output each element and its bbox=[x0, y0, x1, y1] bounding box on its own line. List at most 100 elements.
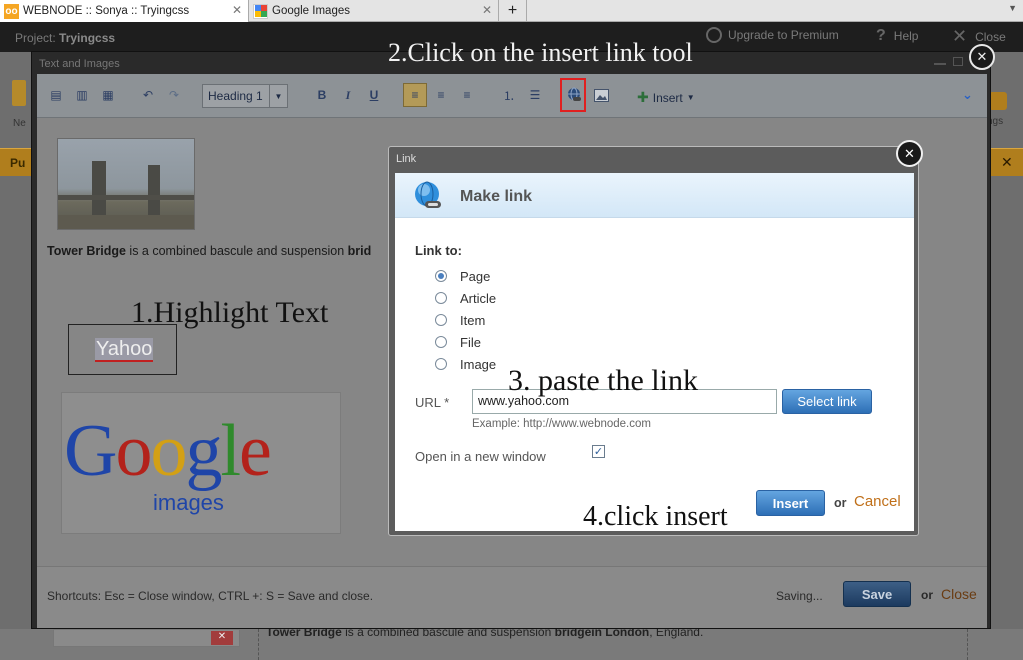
pencil-icon bbox=[12, 80, 26, 106]
radio-image[interactable]: Image bbox=[435, 354, 496, 374]
saving-status: Saving... bbox=[776, 589, 823, 603]
radio-button[interactable] bbox=[435, 270, 447, 282]
bg-text-block: Tower Bridge is a combined bascule and s… bbox=[258, 625, 968, 660]
new-window-checkbox[interactable]: ✓ bbox=[592, 445, 605, 458]
heading-select-value: Heading 1 bbox=[208, 89, 263, 103]
shortcuts-text: Shortcuts: Esc = Close window, CTRL +: S… bbox=[47, 589, 374, 603]
heading-select[interactable]: Heading 1 ▼ bbox=[202, 84, 288, 108]
help-icon: ? bbox=[876, 27, 886, 44]
radio-button[interactable] bbox=[435, 358, 447, 370]
radio-file[interactable]: File bbox=[435, 332, 481, 352]
editor-footer: Shortcuts: Esc = Close window, CTRL +: S… bbox=[37, 566, 987, 628]
save-button[interactable]: Save bbox=[843, 581, 911, 607]
annotation-step4: 4.click insert bbox=[583, 501, 728, 532]
globe-link-icon bbox=[413, 181, 443, 214]
page-right-bg: ngs ✕ bbox=[987, 52, 1023, 660]
radio-label: Article bbox=[460, 290, 497, 306]
dialog-header: Make link bbox=[395, 173, 914, 218]
bg-input: ✕ bbox=[53, 629, 240, 647]
radio-button[interactable] bbox=[435, 314, 447, 326]
chevron-down-icon: ▼ bbox=[686, 93, 695, 102]
radio-item[interactable]: Item bbox=[435, 310, 485, 330]
align-center-icon[interactable]: ≡ bbox=[432, 86, 450, 104]
browser-tab-bar: oo WEBNODE :: Sonya :: Tryingcss ✕ Googl… bbox=[0, 0, 1023, 22]
insert-link-icon[interactable] bbox=[565, 86, 583, 104]
dialog-heading: Make link bbox=[460, 188, 533, 205]
maximize-icon[interactable] bbox=[953, 57, 963, 66]
caption-bold: Tower Bridge bbox=[47, 244, 126, 258]
paste-icon[interactable]: ▥ bbox=[73, 86, 91, 104]
publish-strip[interactable]: Pu bbox=[0, 148, 31, 176]
radio-label: Item bbox=[460, 312, 486, 328]
url-example: Example: http://www.webnode.com bbox=[472, 418, 651, 430]
radio-article[interactable]: Article bbox=[435, 288, 496, 308]
bold-button[interactable]: B bbox=[313, 86, 331, 104]
close-icon: ✕ bbox=[952, 26, 968, 46]
project-name: Tryingcss bbox=[59, 31, 116, 45]
publish-label: Pu bbox=[10, 156, 26, 170]
cancel-link[interactable]: Cancel bbox=[854, 493, 901, 510]
insert-button[interactable]: Insert bbox=[756, 490, 825, 516]
annotation-step1: 1.Highlight Text bbox=[131, 296, 329, 329]
editor-close-icon[interactable]: ✕ bbox=[969, 44, 995, 70]
underline-button[interactable]: U bbox=[365, 86, 383, 104]
help-button[interactable]: ? Help bbox=[876, 27, 918, 45]
upgrade-label: Upgrade to Premium bbox=[728, 28, 839, 42]
dialog-close-icon[interactable]: ✕ bbox=[896, 140, 923, 167]
annotation-step2: 2.Click on the insert link tool bbox=[388, 38, 693, 67]
italic-button[interactable]: I bbox=[339, 86, 357, 104]
insert-menu[interactable]: ✚ Insert ▼ bbox=[637, 89, 695, 106]
align-left-icon[interactable]: ≡ bbox=[406, 86, 424, 104]
bullet-list-icon[interactable]: ☰ bbox=[526, 86, 544, 104]
tab-label: WEBNODE :: Sonya :: Tryingcss bbox=[23, 5, 190, 17]
close-icon[interactable]: ✕ bbox=[1001, 154, 1013, 171]
selected-link-text[interactable]: Yahoo bbox=[95, 338, 154, 362]
plus-icon: ✚ bbox=[637, 89, 649, 105]
new-tab-button[interactable]: + bbox=[499, 0, 527, 22]
google-images-logo[interactable]: Google images bbox=[61, 392, 341, 534]
insert-menu-label: Insert bbox=[652, 90, 683, 105]
tab-webnode[interactable]: oo WEBNODE :: Sonya :: Tryingcss ✕ bbox=[0, 0, 249, 22]
collapse-toolbar-icon[interactable]: ⌄ bbox=[962, 87, 973, 103]
paste-word-icon[interactable]: ▦ bbox=[99, 86, 117, 104]
copy-icon[interactable]: ▤ bbox=[47, 86, 65, 104]
minimize-icon[interactable] bbox=[934, 63, 946, 65]
align-right-icon[interactable]: ≡ bbox=[458, 86, 476, 104]
radio-button[interactable] bbox=[435, 292, 447, 304]
tower-bridge-image[interactable] bbox=[57, 138, 195, 230]
bridge-tower-right bbox=[148, 165, 160, 215]
radio-label: Page bbox=[460, 268, 491, 284]
dialog-or: or bbox=[834, 496, 847, 510]
new-tool-label: Ne bbox=[13, 118, 26, 129]
bridge-tower-left bbox=[92, 161, 106, 215]
tab-list-chevron-icon[interactable]: ▼ bbox=[1008, 3, 1017, 13]
close-tab-icon[interactable]: ✕ bbox=[482, 3, 492, 17]
google-images-sub: images bbox=[153, 490, 224, 515]
caption-tail: brid bbox=[347, 244, 372, 258]
settings-icon bbox=[989, 92, 1007, 110]
url-label: URL * bbox=[415, 395, 450, 410]
caption-text: is a combined bascule and suspension bbox=[125, 244, 348, 258]
chevron-down-icon: ▼ bbox=[269, 85, 287, 107]
redo-icon[interactable]: ↷ bbox=[165, 86, 183, 104]
radio-button[interactable] bbox=[435, 336, 447, 348]
project-label: Project: Tryingcss bbox=[15, 31, 115, 45]
tab-google-images[interactable]: Google Images ✕ bbox=[249, 0, 499, 22]
google-wordmark: Google bbox=[64, 410, 272, 492]
help-label: Help bbox=[893, 29, 919, 43]
undo-icon[interactable]: ↶ bbox=[139, 86, 157, 104]
orange-strip-right: ✕ bbox=[991, 148, 1023, 176]
select-link-button[interactable]: Select link bbox=[782, 389, 872, 414]
radio-page[interactable]: Page bbox=[435, 266, 490, 286]
dialog-title: Link bbox=[396, 153, 417, 165]
numbered-list-icon[interactable]: ⒈ bbox=[500, 86, 518, 104]
footer-close-link[interactable]: Close bbox=[941, 586, 977, 602]
radio-label: File bbox=[460, 334, 481, 350]
close-tab-icon[interactable]: ✕ bbox=[232, 3, 242, 17]
insert-image-icon[interactable] bbox=[592, 86, 610, 104]
link-dialog: Link Make link Link to: Page Article Ite… bbox=[388, 146, 919, 536]
app-close-label: Close bbox=[975, 29, 1006, 44]
dialog-body: Make link Link to: Page Article Item Fil… bbox=[395, 173, 914, 531]
bridge-deck bbox=[58, 195, 194, 200]
upgrade-button[interactable]: Upgrade to Premium bbox=[706, 27, 839, 43]
